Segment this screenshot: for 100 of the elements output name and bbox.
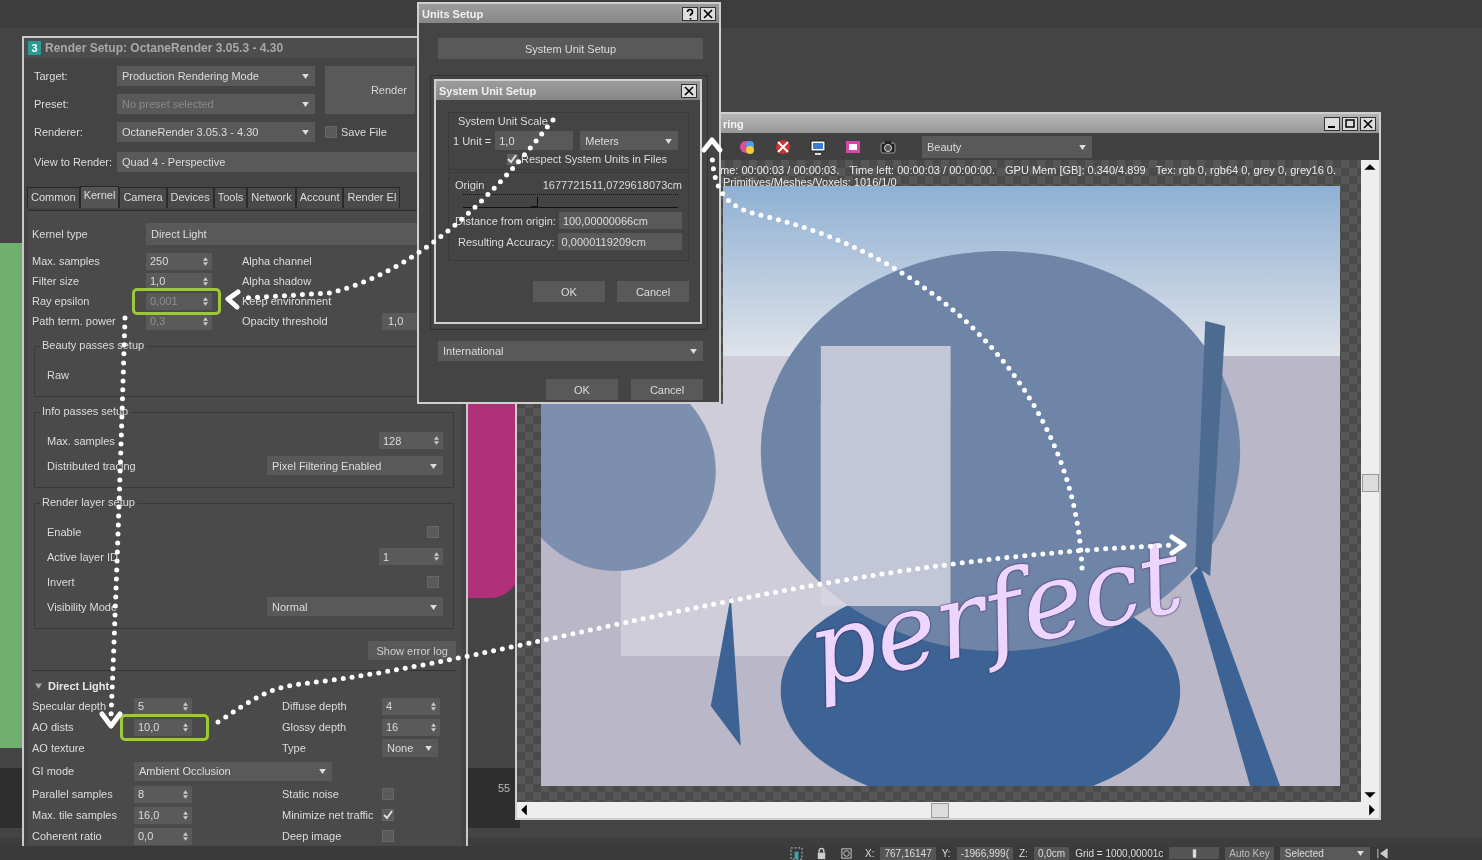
field-label: View to Render: xyxy=(34,156,114,168)
spinner-field[interactable]: 16 xyxy=(382,718,440,736)
field-label: Raw xyxy=(47,368,70,381)
key-mode-button[interactable] xyxy=(1169,847,1220,859)
caret-icon xyxy=(1079,144,1086,150)
dropdown[interactable]: Production Rendering Mode xyxy=(117,66,315,86)
monitor-icon[interactable] xyxy=(809,137,827,156)
spinner-field[interactable]: 0,0 xyxy=(134,827,192,845)
field-label: Parallel samples xyxy=(32,788,114,800)
spinner-field[interactable]: 10,0 xyxy=(134,718,192,736)
spinner-field[interactable]: 4 xyxy=(382,697,440,715)
close-icon[interactable] xyxy=(700,6,716,21)
field-label: Preset: xyxy=(34,98,70,110)
spinner-field[interactable]: 5 xyxy=(134,697,192,715)
slider-thumb[interactable] xyxy=(530,197,538,207)
caret-icon xyxy=(430,604,437,610)
coordinate-field[interactable]: 0,0cm xyxy=(1033,846,1070,860)
field-label: Renderer: xyxy=(34,126,84,138)
text-field[interactable]: 0,0000119209cm xyxy=(557,233,682,250)
spinner-field[interactable]: 8 xyxy=(134,785,192,803)
spinner-field[interactable]: 1 xyxy=(379,548,443,565)
spinner-field[interactable]: 16,0 xyxy=(134,806,192,824)
tab[interactable]: Kernel xyxy=(79,186,120,208)
cancel-button[interactable]: Cancel xyxy=(631,379,703,400)
field-label: Diffuse depth xyxy=(282,700,348,712)
close-icon[interactable] xyxy=(1360,116,1376,131)
dropdown[interactable]: Ambient Occlusion xyxy=(134,761,332,781)
auto-key-button[interactable]: Auto Key xyxy=(1225,846,1274,860)
help-icon[interactable] xyxy=(682,6,698,21)
checkbox[interactable] xyxy=(382,809,394,821)
field-label: Origin xyxy=(455,179,485,191)
minimize-icon[interactable] xyxy=(1324,116,1340,131)
checkbox[interactable] xyxy=(427,525,439,538)
window-title: ring xyxy=(723,117,744,130)
selection-icon[interactable] xyxy=(790,846,803,860)
system-unit-setup-button[interactable]: System Unit Setup xyxy=(438,38,703,59)
ok-button[interactable]: OK xyxy=(533,281,605,302)
field-label: Keep environment xyxy=(242,295,333,307)
origin-slider[interactable] xyxy=(463,194,678,208)
coordinate-label: Z: xyxy=(1019,847,1028,859)
render-stat: Primitives/Meshes/Voxels: 1016/1/0 xyxy=(723,176,897,188)
selection-dropdown[interactable]: Selected xyxy=(1279,846,1370,860)
tab[interactable]: Render El xyxy=(343,187,401,208)
field-label: Filter size xyxy=(32,275,81,287)
rollout-header[interactable]: Direct Light xyxy=(32,677,456,695)
text-field[interactable]: 100,00000066cm xyxy=(558,212,682,229)
transform-icon[interactable] xyxy=(840,846,853,860)
timeline-label: 55 xyxy=(498,782,511,794)
spinner-field[interactable]: 250 xyxy=(146,252,212,270)
spinner-arrows-icon xyxy=(203,296,208,306)
caret-icon xyxy=(302,74,309,79)
group-title: Info passes setup xyxy=(40,405,131,417)
checkbox[interactable] xyxy=(382,830,394,842)
tab[interactable]: Camera xyxy=(119,187,167,208)
collapse-triangle-icon xyxy=(35,683,42,689)
render-button[interactable]: Render xyxy=(325,66,415,114)
tab[interactable]: Common xyxy=(27,187,80,208)
field-label: 1 Unit = xyxy=(453,134,492,147)
caret-icon xyxy=(319,769,326,774)
maximize-icon[interactable] xyxy=(1342,116,1358,131)
caret-icon xyxy=(1356,851,1364,856)
checkbox[interactable] xyxy=(325,126,337,138)
caret-icon xyxy=(302,102,309,107)
dropdown[interactable]: Normal xyxy=(267,597,443,616)
checkbox[interactable] xyxy=(427,575,439,588)
close-icon[interactable] xyxy=(681,83,697,98)
dropdown[interactable]: OctaneRender 3.05.3 - 4.30 xyxy=(117,122,315,142)
lock-icon[interactable] xyxy=(815,846,828,860)
caret-icon xyxy=(302,130,309,135)
field-label: Path term. power xyxy=(32,315,117,327)
spinner-field[interactable]: 128 xyxy=(379,432,443,449)
coordinate-field[interactable]: 767,16147 xyxy=(880,846,936,860)
caret-icon xyxy=(425,746,432,751)
channel-dropdown[interactable]: Beauty xyxy=(922,135,1092,158)
tab[interactable]: Tools xyxy=(213,187,248,208)
number-field[interactable]: 1,0 xyxy=(495,131,574,150)
horizontal-scrollbar[interactable] xyxy=(517,802,1379,818)
dropdown[interactable]: Meters xyxy=(580,131,679,150)
tab[interactable]: Devices xyxy=(166,187,214,208)
spinner-arrows-icon xyxy=(431,701,436,711)
tab[interactable]: Account xyxy=(295,187,344,208)
show-error-log-button[interactable]: Show error log xyxy=(368,641,456,660)
ok-button[interactable]: OK xyxy=(546,379,618,400)
field-label: Coherent ratio xyxy=(32,830,103,842)
scroll-thumb[interactable] xyxy=(931,803,949,818)
spinner-arrows-icon xyxy=(183,810,188,820)
dropdown[interactable]: Pixel Filtering Enabled xyxy=(267,456,443,475)
scroll-thumb[interactable] xyxy=(1361,474,1379,492)
render-stat: Tex: rgb 0, rgb64 0, grey 0, grey16 0. xyxy=(1155,164,1337,176)
tab[interactable]: Network xyxy=(247,187,296,208)
checkbox[interactable] xyxy=(382,788,394,800)
cancel-button[interactable]: Cancel xyxy=(617,281,689,302)
app-icon: 3 xyxy=(28,41,41,55)
dropdown[interactable]: None xyxy=(382,739,438,757)
coordinate-field[interactable]: -1966,999( xyxy=(956,846,1013,860)
go-to-start-icon[interactable] xyxy=(1375,846,1389,860)
dropdown[interactable]: International xyxy=(438,341,703,361)
field-label: Invert xyxy=(47,575,76,588)
vertical-scrollbar[interactable] xyxy=(1361,160,1379,802)
checkbox-label: Save File xyxy=(341,126,387,138)
